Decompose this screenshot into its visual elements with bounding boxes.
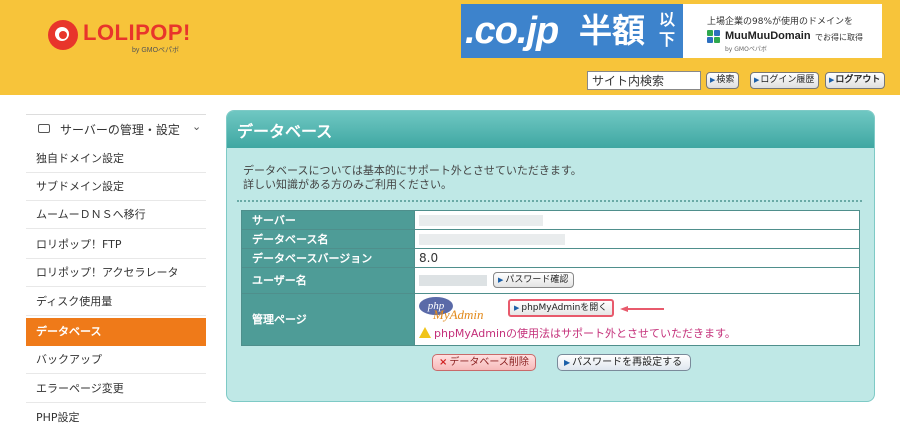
sidebar-item-muumuu-dns[interactable]: ムームーＤＮＳへ移行 [26,201,206,229]
support-notice: データベースについては基本的にサポート外とさせていただきます。 詳しい知識がある… [243,164,582,192]
notice-line-1: データベースについては基本的にサポート外とさせていただきます。 [243,164,582,177]
banner-half-text: 半額 [579,11,645,50]
phpmyadmin-logo: php MyAdmin [419,297,497,323]
table-row-admin-page: 管理ページ php MyAdmin ▶ phpMyAdminを開く phpMyAd… [242,294,859,345]
triangle-right-icon: ▶ [514,304,520,312]
banner-otoku: でお得に取得 [815,33,863,42]
panel-header: データベース [227,111,874,148]
table-row-db-name: データベース名 [242,230,859,249]
row-value-user-name: ▶ パスワード確認 [414,268,859,293]
row-label-user-name: ユーザー名 [242,268,414,293]
row-label-db-name: データベース名 [242,230,414,248]
logo-text: LOLIPOP! [83,20,191,45]
muumuu-banner[interactable]: .co.jp 半額 以下 上場企業の98%が使用のドメインを MuuMuuDom… [461,4,882,58]
table-row-server: サーバー [242,211,859,230]
sidebar-item-subdomain[interactable]: サブドメイン設定 [26,173,206,201]
banner-gmo: by GMOペパボ [725,46,767,53]
row-label-db-version: データベースバージョン [242,249,414,267]
warning-icon [419,327,431,338]
sidebar-item-database[interactable]: データベース [26,318,206,346]
row-value-db-name [414,230,859,248]
password-check-button[interactable]: ▶ パスワード確認 [493,272,575,288]
row-value-db-version: 8.0 [414,249,859,267]
dotted-divider [237,200,862,202]
triangle-right-icon: ▶ [564,358,571,367]
table-row-db-version: データベースバージョン 8.0 [242,249,859,268]
reset-password-button[interactable]: ▶ パスワードを再設定する [557,354,692,371]
row-label-admin-page: 管理ページ [242,294,414,345]
open-phpmyadmin-button[interactable]: ▶ phpMyAdminを開く [508,299,615,317]
sidebar-item-ftp[interactable]: ロリポップ！FTP [26,231,206,259]
sidebar-item-php-settings[interactable]: PHP設定 [26,404,206,430]
phpmyadmin-myadmin-mark: MyAdmin [433,307,484,322]
database-panel: データベース データベースについては基本的にサポート外とさせていただきます。 詳… [226,110,875,402]
sidebar-group-server-management[interactable]: サーバーの管理・設定 ⌄ [26,115,206,143]
row-value-server [414,211,859,229]
phpmyadmin-warning: phpMyAdminの使用法はサポート外とさせていただきます。 [419,325,736,341]
sidebar: サーバーの管理・設定 ⌄ 独自ドメイン設定 サブドメイン設定 ムームーＤＮＳへ移… [26,95,206,430]
triangle-right-icon: ▶ [754,76,760,84]
sidebar-item-backup[interactable]: バックアップ [26,346,206,374]
sidebar-top-spacer [26,95,206,115]
triangle-right-icon: ▶ [710,76,716,84]
sidebar-item-error-page[interactable]: エラーページ変更 [26,375,206,403]
table-row-user-name: ユーザー名 ▶ パスワード確認 [242,268,859,294]
sidebar-item-accelerator[interactable]: ロリポップ！アクセラレータ [26,259,206,287]
chevron-down-icon: ⌄ [192,120,202,133]
login-history-button[interactable]: ▶ログイン履歴 [750,72,820,89]
row-label-server: サーバー [242,211,414,229]
banner-left: .co.jp 半額 以下 [461,4,683,58]
banner-ika-text: 以下 [659,10,676,49]
notice-line-2: 詳しい知識がある方のみご利用ください。 [243,178,452,191]
delete-database-button[interactable]: × データベース削除 [432,354,536,371]
banner-domain-text: .co.jp [465,10,559,52]
site-header: LOLIPOP! by GMOペパボ .co.jp 半額 以下 上場企業の98%… [0,0,900,95]
lolipop-logo-icon [48,20,78,50]
sidebar-group-label: サーバーの管理・設定 [60,123,180,137]
banner-small-text: 上場企業の98%が使用のドメインを [707,17,854,27]
close-icon: × [439,357,448,368]
arrow-left-icon [620,306,664,312]
triangle-right-icon: ▶ [829,76,835,84]
lolipop-logo[interactable]: LOLIPOP! by GMOペパボ [48,18,198,58]
redacted-value [419,275,487,286]
redacted-value [419,215,543,226]
banner-right: 上場企業の98%が使用のドメインを MuuMuuDomain でお得に取得 by… [683,4,882,58]
logout-button[interactable]: ▶ログアウト [825,72,886,89]
page-title: データベース [237,122,333,141]
triangle-right-icon: ▶ [498,276,504,284]
site-search-input[interactable] [587,71,701,90]
muumuu-logo-icon [707,30,721,44]
sidebar-item-custom-domain[interactable]: 独自ドメイン設定 [26,145,206,173]
redacted-value [419,234,565,245]
row-value-admin-page: php MyAdmin ▶ phpMyAdminを開く phpMyAdminの使用… [414,294,859,345]
sidebar-item-disk-usage[interactable]: ディスク使用量 [26,288,206,316]
server-icon [38,124,50,133]
banner-brand: MuuMuuDomain [725,30,811,42]
search-button[interactable]: ▶検索 [706,72,740,89]
database-info-table: サーバー データベース名 データベースバージョン 8.0 ユーザー名 ▶ パスワー… [241,210,860,346]
logo-subtext: by GMOペパボ [132,47,180,54]
